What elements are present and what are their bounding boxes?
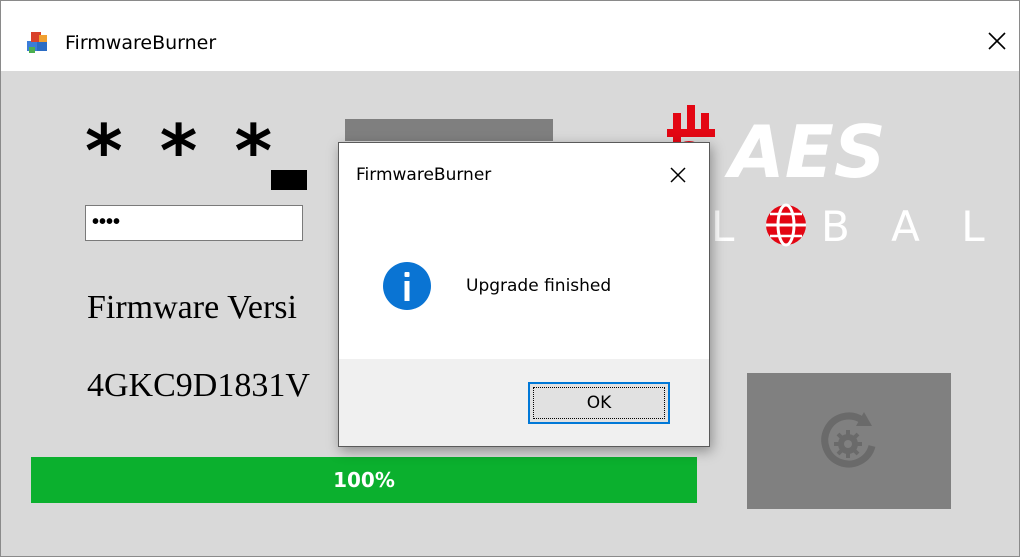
globe-icon <box>766 203 806 247</box>
dialog-footer: OK <box>339 359 709 446</box>
progress-label: 100% <box>333 468 395 492</box>
password-input[interactable]: •••• <box>85 205 303 241</box>
dialog-title: FirmwareBurner <box>356 165 492 185</box>
refresh-gear-icon <box>821 412 876 468</box>
cursor-underscore <box>271 170 307 190</box>
window-title: FirmwareBurner <box>65 32 217 54</box>
svg-text:AES: AES <box>724 110 886 194</box>
firmware-version-value: 4GKC9D1831V <box>87 367 310 404</box>
message-dialog: FirmwareBurner Upgrade finished OK <box>338 142 710 447</box>
app-blocks-icon <box>27 32 47 53</box>
ok-button[interactable]: OK <box>528 382 670 424</box>
close-icon <box>670 167 686 183</box>
close-icon <box>988 32 1006 50</box>
refresh-button[interactable] <box>747 373 951 509</box>
title-bar: FirmwareBurner <box>1 1 1019 71</box>
ok-button-label: OK <box>586 393 612 413</box>
firmware-version-label: Firmware Versi <box>87 289 297 326</box>
main-window: FirmwareBurner * * * •••• Firmware Versi… <box>0 0 1020 557</box>
logo-letters-bal: B A L <box>821 202 999 251</box>
hidden-grey-button[interactable] <box>345 119 553 141</box>
logo-letter-l: L <box>711 202 735 251</box>
dialog-close-button[interactable] <box>661 158 695 192</box>
dialog-message: Upgrade finished <box>466 276 612 296</box>
progress-bar: 100% <box>31 457 697 503</box>
info-icon <box>383 262 431 310</box>
masked-code-label: * * * <box>85 109 279 193</box>
window-close-button[interactable] <box>979 23 1015 59</box>
